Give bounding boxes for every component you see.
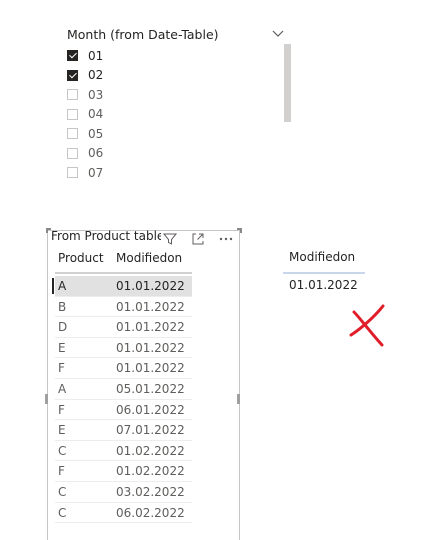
table-body: A 01.01.2022 B 01.01.2022 D 01.01.2022 E 01.01.… — [52, 276, 192, 524]
modifiedon-cell: 01.02.2022 — [116, 443, 185, 458]
modifiedon-cell: 03.02.2022 — [116, 484, 185, 499]
table-row[interactable]: C 01.02.2022 — [55, 441, 192, 462]
visual-header-icons — [163, 232, 239, 248]
product-table-visual[interactable]: From Product table Product Modifiedon A 0… — [45, 228, 242, 540]
modifiedon-cell: 07.01.2022 — [116, 423, 185, 438]
slicer-item[interactable]: 04 — [66, 105, 276, 125]
modifiedon-cell: 01.01.2022 — [116, 320, 185, 335]
slicer-item[interactable]: 05 — [66, 124, 276, 144]
checkbox[interactable] — [67, 108, 78, 120]
slicer-item[interactable]: 03 — [66, 85, 276, 105]
table-row[interactable]: F 01.01.2022 — [55, 358, 192, 379]
modifiedon-cell: 01.01.2022 — [116, 340, 185, 355]
slicer-item-label: 01 — [88, 48, 104, 63]
checkbox[interactable] — [67, 167, 78, 179]
table-row[interactable]: C 06.02.2022 — [55, 503, 192, 524]
header-divider — [55, 272, 192, 274]
resize-handle-left[interactable] — [45, 394, 48, 404]
checkbox[interactable] — [67, 89, 78, 101]
slicer-item-label: 06 — [88, 146, 104, 161]
checkbox[interactable] — [67, 50, 78, 62]
product-cell: E — [58, 423, 66, 438]
modifiedon-cell: 06.02.2022 — [116, 505, 185, 520]
card-divider — [283, 272, 365, 274]
visual-border — [47, 230, 48, 540]
card-value: 01.01.2022 — [289, 278, 358, 292]
slicer-item-label: 05 — [88, 126, 104, 141]
product-cell: C — [58, 505, 67, 520]
modifiedon-cell: 01.01.2022 — [116, 279, 185, 293]
slicer-item[interactable]: 06 — [66, 144, 276, 164]
modifiedon-cell: 06.01.2022 — [116, 402, 185, 417]
checkbox[interactable] — [67, 147, 78, 159]
product-cell: A — [58, 381, 67, 396]
red-x-annotation — [349, 304, 385, 347]
resize-handle-right[interactable] — [237, 394, 240, 404]
modifiedon-cell: 01.01.2022 — [116, 299, 185, 314]
modifiedon-cell: 05.01.2022 — [116, 381, 185, 396]
slicer-scrollbar[interactable] — [284, 44, 291, 122]
product-cell: E — [58, 340, 66, 355]
product-cell: A — [58, 279, 67, 293]
column-header-product[interactable]: Product — [58, 251, 104, 265]
table-row[interactable]: E 07.01.2022 — [55, 420, 192, 441]
slicer-item[interactable]: 07 — [66, 163, 276, 183]
table-title: From Product table — [51, 229, 161, 243]
product-cell: F — [58, 361, 65, 376]
table-row[interactable]: A 05.01.2022 — [55, 379, 192, 400]
table-row[interactable]: F 06.01.2022 — [55, 400, 192, 421]
slicer-item-label: 04 — [88, 107, 104, 122]
slicer-list: 01 02 03 04 05 06 07 — [66, 46, 276, 183]
modifiedon-cell: 01.02.2022 — [116, 464, 185, 479]
slicer-item[interactable]: 02 — [66, 66, 276, 86]
table-row[interactable]: D 01.01.2022 — [55, 317, 192, 338]
checkbox[interactable] — [67, 69, 78, 81]
product-cell: F — [58, 402, 65, 417]
product-cell: C — [58, 484, 67, 499]
slicer-item-label: 02 — [88, 68, 104, 83]
slicer-item-label: 03 — [88, 87, 104, 102]
modifiedon-cell: 01.01.2022 — [116, 361, 185, 376]
slicer-item[interactable]: 01 — [66, 46, 276, 66]
more-options-icon[interactable] — [218, 232, 234, 246]
product-cell: B — [58, 299, 67, 314]
slicer-title: Month (from Date-Table) — [67, 27, 219, 42]
card-header: Modifiedon — [289, 250, 356, 264]
visual-border — [239, 230, 240, 540]
product-cell: F — [58, 464, 65, 479]
filter-icon[interactable] — [163, 232, 177, 246]
slicer-item-label: 07 — [88, 165, 104, 180]
table-row[interactable]: A 01.01.2022 — [52, 276, 192, 297]
table-row[interactable]: B 01.01.2022 — [55, 297, 192, 318]
column-header-modifiedon[interactable]: Modifiedon — [116, 251, 182, 265]
month-slicer: Month (from Date-Table) 01 02 03 04 05 06 07 — [66, 24, 292, 184]
product-cell: D — [58, 320, 68, 335]
focus-mode-icon[interactable] — [191, 232, 205, 246]
product-cell: C — [58, 443, 67, 458]
table-row[interactable]: E 01.01.2022 — [55, 338, 192, 359]
checkbox[interactable] — [67, 128, 78, 140]
chevron-down-icon[interactable] — [272, 30, 284, 38]
table-row[interactable]: C 03.02.2022 — [55, 482, 192, 503]
table-row[interactable]: F 01.02.2022 — [55, 461, 192, 482]
